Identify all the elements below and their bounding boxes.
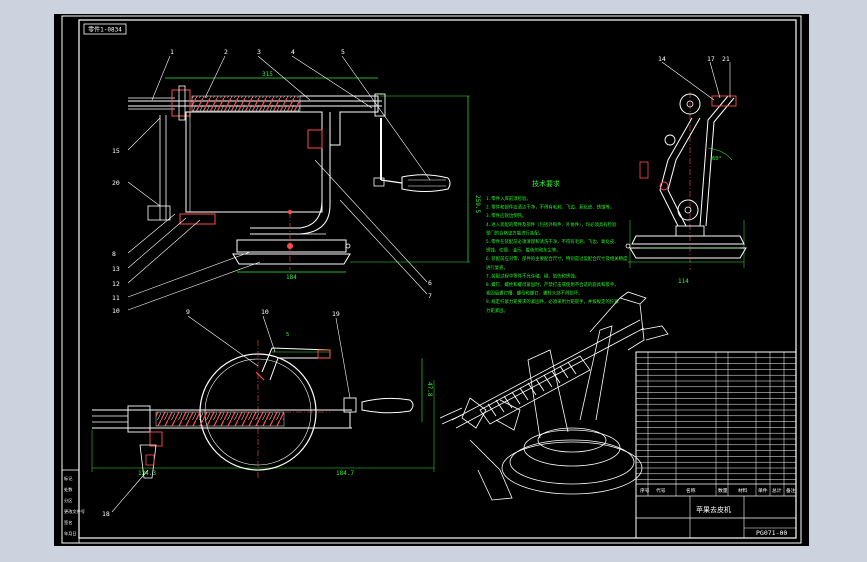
- balloon-19: 19: [332, 310, 340, 318]
- title-block-header: 材料: [738, 487, 748, 494]
- revision-label: 分区: [64, 497, 72, 504]
- balloon-9: 9: [186, 308, 190, 316]
- balloon-5: 5: [341, 48, 345, 56]
- dim-front-width: 315: [262, 71, 273, 78]
- balloon-7: 7: [428, 292, 432, 300]
- title-block-header: 名称: [686, 487, 696, 494]
- tech-title: 技术要求: [532, 179, 560, 188]
- balloon-3: 3: [257, 48, 261, 56]
- dim-top-right: 184.7: [336, 470, 354, 477]
- balloon-11: 11: [112, 294, 120, 302]
- balloon-2: 2: [224, 48, 228, 56]
- balloon-17: 17: [707, 55, 715, 63]
- dim-base-width: 184: [286, 274, 297, 281]
- tech-line: 3.零件应锐边倒钝。: [486, 212, 526, 219]
- tech-line: 9.规定拧紧力矩要求的紧固件，必须采用力矩扳手，并按规定的拧紧: [486, 298, 619, 305]
- dim-top-small: 5: [286, 332, 289, 338]
- balloon-1: 1: [170, 48, 174, 56]
- dim-front-height: 259.5: [474, 195, 481, 213]
- title-block-header: 代号: [656, 487, 666, 494]
- balloon-21: 21: [722, 55, 730, 63]
- revision-label: 年月日: [64, 530, 77, 537]
- dim-side-angle: 60°: [712, 156, 722, 162]
- cad-drawing-sheet: 零件1-0834 315 259.5 184 1 2 3 4 5 15 20 6…: [0, 0, 867, 562]
- tech-line: 进行复查。: [486, 264, 508, 271]
- tech-line: 力矩紧固。: [486, 307, 508, 314]
- dim-side-base: 114: [678, 278, 689, 285]
- tech-line: 锈蚀、切屑、油污、着色剂和灰尘等。: [486, 247, 561, 254]
- balloon-10-top: 10: [261, 308, 269, 316]
- revision-label: 标记: [64, 475, 73, 482]
- revision-label: 处数: [64, 486, 73, 493]
- tech-line: 部门的合格证方能进行装配。: [486, 229, 543, 236]
- drawing-title: 苹果去皮机: [696, 505, 731, 514]
- balloon-20: 20: [112, 179, 120, 187]
- tech-line: 4.进入装配的零件及部件（包括外购件、外协件），均必须具有检验: [486, 221, 617, 228]
- balloon-10: 10: [112, 307, 120, 315]
- revision-label: 更改文件号: [64, 508, 85, 515]
- title-block-header: 单件: [758, 487, 768, 494]
- balloon-6: 6: [428, 279, 432, 287]
- tech-line: 5.零件在装配前必须清理和清洗干净，不得有毛刺、飞边、氧化皮、: [486, 238, 619, 245]
- balloon-8: 8: [112, 250, 116, 258]
- balloon-13: 13: [112, 265, 120, 273]
- title-block-header: 总计: [772, 487, 782, 494]
- title-block-header: 备注: [786, 487, 796, 494]
- title-block-header: 序号: [640, 487, 650, 494]
- balloon-12: 12: [112, 280, 120, 288]
- balloon-14: 14: [658, 55, 666, 63]
- tech-line: 1.零件入库前须检验。: [486, 195, 531, 202]
- balloon-15: 15: [112, 147, 120, 155]
- balloon-4: 4: [291, 48, 295, 56]
- revision-label: 签名: [64, 519, 72, 526]
- title-block-header: 数量: [718, 487, 728, 494]
- dim-top-height: 47.8: [426, 382, 433, 397]
- balloon-18: 18: [102, 510, 110, 518]
- tech-line: 2.零件和部件应清洁干净，不得有毛刺、飞边、氧化皮、锈蚀等。: [486, 204, 614, 211]
- tech-line: 8.螺钉、螺栓和螺母紧固时，严禁打击或使用不合适的旋具和扳手。: [486, 281, 619, 288]
- tech-line: 紧固后螺钉槽、螺母和螺钉、螺栓头部不得损坏。: [486, 290, 583, 297]
- tech-line: 6.装配前应对零、部件的主要配合尺寸，特别是过盈配合尺寸及相关精度: [486, 255, 628, 262]
- drawing-number: PG071-00: [756, 529, 787, 537]
- tech-line: 7.装配过程中零件不允许磕、碰、划伤和锈蚀。: [486, 272, 579, 279]
- svg-text:零件1-0834: 零件1-0834: [88, 26, 122, 34]
